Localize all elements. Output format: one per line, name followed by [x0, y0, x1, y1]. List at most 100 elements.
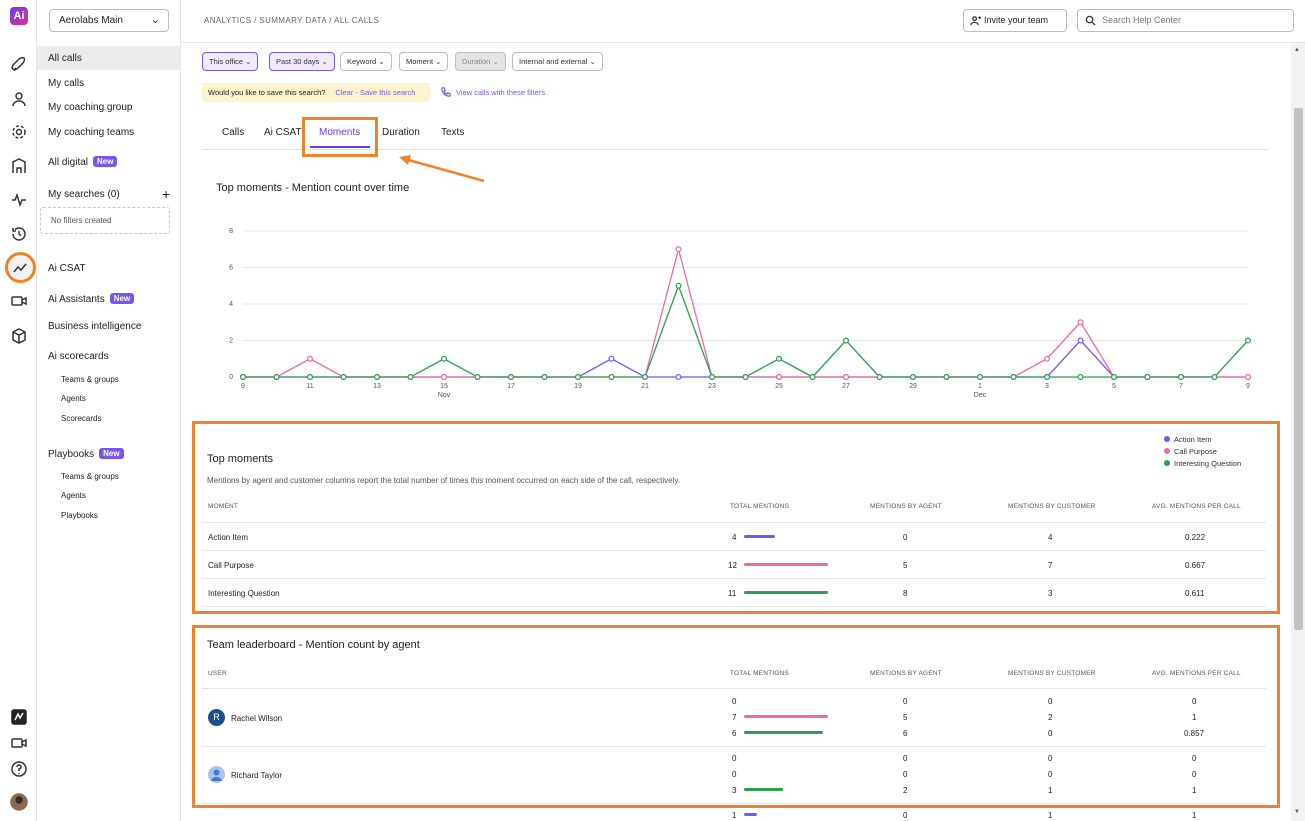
- column-header: AVG. MENTIONS PER CALL: [1152, 503, 1241, 510]
- cube-icon[interactable]: [10, 327, 28, 345]
- new-badge: New: [109, 293, 135, 304]
- x-tick-label: 27: [842, 383, 850, 390]
- scroll-thumb[interactable]: [1294, 108, 1303, 630]
- avg-mentions: 0: [1192, 770, 1197, 779]
- sidebar-item-my-coaching-group[interactable]: My coaching group: [48, 102, 133, 113]
- scorecards-agents[interactable]: Agents: [61, 394, 86, 403]
- sidebar: Aerolabs Main ⌄ All calls My calls My co…: [37, 0, 181, 821]
- agent-mentions: 8: [903, 589, 908, 598]
- history-icon[interactable]: [10, 225, 28, 243]
- divider: [202, 606, 1266, 607]
- scrollbar[interactable]: ▲ ▼: [1291, 43, 1305, 821]
- moments-line-chart: 024689 11 13 15 17 19 21 23 25 27 29 1 3 5 7 9Nov Dec: [229, 228, 1251, 399]
- legend-item: Interesting Question: [1164, 459, 1241, 468]
- sidebar-item-all-digital[interactable]: All digital New: [48, 156, 118, 168]
- sidebar-item-my-coaching-teams[interactable]: My coaching teams: [48, 127, 134, 138]
- top-moments-title: Top moments: [207, 453, 274, 465]
- total-mentions: 6: [732, 729, 737, 738]
- sidebar-item-business-intelligence[interactable]: Business intelligence: [48, 321, 141, 332]
- gear-icon[interactable]: [10, 123, 28, 141]
- data-point: [407, 374, 414, 381]
- playbooks-playbooks[interactable]: Playbooks: [61, 511, 98, 520]
- scorecards-teams-groups[interactable]: Teams & groups: [61, 375, 119, 384]
- total-mentions: 12: [728, 561, 737, 570]
- invite-team-button[interactable]: Invite your team: [963, 9, 1067, 32]
- agent-mentions: 0: [903, 533, 908, 542]
- data-point: [809, 374, 816, 381]
- data-point: [708, 374, 715, 381]
- customer-mentions: 3: [1048, 589, 1053, 598]
- total-mentions: 0: [732, 697, 737, 706]
- breadcrumb: ANALYTICS / SUMMARY DATA / ALL CALLS: [204, 16, 380, 25]
- data-point: [909, 374, 916, 381]
- data-point: [1244, 337, 1251, 344]
- scorecards-scorecards[interactable]: Scorecards: [61, 414, 101, 423]
- data-point: [976, 374, 983, 381]
- x-tick-label: 1: [978, 383, 982, 390]
- avg-mentions: 0.611: [1185, 589, 1205, 598]
- data-point: [1177, 374, 1184, 381]
- customer-mentions: 0: [1048, 770, 1053, 779]
- legend-label: Interesting Question: [1174, 459, 1242, 468]
- mentions-bar: [744, 813, 757, 816]
- add-search-icon[interactable]: +: [162, 186, 170, 202]
- customer-mentions: 0: [1048, 697, 1053, 706]
- legend-item: Call Purpose: [1164, 447, 1217, 456]
- column-header: TOTAL MENTIONS: [730, 503, 790, 510]
- data-point: [775, 374, 782, 381]
- data-point: [1110, 374, 1117, 381]
- data-point: [474, 374, 481, 381]
- pulse-icon[interactable]: [10, 191, 28, 209]
- data-point: [608, 374, 615, 381]
- divider: [202, 522, 1266, 523]
- video-call-icon[interactable]: [10, 734, 28, 752]
- sidebar-item-ai-assistants[interactable]: Ai Assistants New: [48, 293, 135, 305]
- invite-label: Invite your team: [984, 15, 1049, 25]
- sidebar-item-label: Playbooks: [48, 449, 95, 460]
- sidebar-item-my-calls[interactable]: My calls: [48, 78, 84, 89]
- analytics-trend-icon[interactable]: [11, 259, 29, 277]
- legend-dot: [1164, 436, 1170, 442]
- data-point: [608, 355, 615, 362]
- sidebar-item-ai-scorecards[interactable]: Ai scorecards: [48, 351, 109, 362]
- x-tick-label: 7: [1179, 383, 1183, 390]
- sidebar-item-playbooks[interactable]: Playbooks New: [48, 448, 124, 460]
- data-point: [541, 374, 548, 381]
- sidebar-item-ai-csat[interactable]: Ai CSAT: [48, 263, 86, 274]
- scroll-down-icon[interactable]: ▼: [1294, 809, 1300, 815]
- rocket-icon[interactable]: [10, 56, 28, 74]
- sidebar-item-label: All digital: [48, 157, 89, 168]
- sidebar-item-all-calls[interactable]: All calls: [48, 53, 82, 64]
- data-point: [306, 355, 313, 362]
- data-point: [340, 374, 347, 381]
- data-point: [675, 246, 682, 253]
- user-name[interactable]: Rachel Wilson: [231, 714, 282, 723]
- moment-name: Action Item: [208, 533, 249, 542]
- new-badge: New: [99, 448, 124, 459]
- data-point: [742, 374, 749, 381]
- x-tick-label: 9: [1246, 383, 1250, 390]
- user-name[interactable]: Richard Taylor: [231, 771, 282, 780]
- legend-dot: [1164, 460, 1170, 466]
- data-point: [1077, 337, 1084, 344]
- help-search-input[interactable]: Search Help Center: [1077, 9, 1294, 32]
- playbooks-teams-groups[interactable]: Teams & groups: [61, 472, 119, 481]
- coaching-icon[interactable]: [10, 157, 28, 175]
- avg-mentions: 1: [1192, 811, 1197, 820]
- divider: [202, 550, 1266, 551]
- app-logo-icon[interactable]: Ai: [10, 7, 28, 25]
- agent-mentions: 2: [903, 786, 908, 795]
- dialpad-logo-icon[interactable]: [10, 708, 28, 726]
- scroll-up-icon[interactable]: ▲: [1294, 47, 1300, 53]
- profile-avatar-icon[interactable]: [10, 793, 28, 811]
- playbooks-agents[interactable]: Agents: [61, 491, 86, 500]
- help-icon[interactable]: [10, 760, 28, 778]
- leaderboard-title: Team leaderboard - Mention count by agen…: [207, 639, 420, 651]
- mentions-bar: [744, 715, 828, 718]
- x-tick-label: 13: [373, 383, 381, 390]
- workspace-select[interactable]: Aerolabs Main ⌄: [49, 9, 169, 32]
- video-coaching-icon[interactable]: [10, 292, 28, 310]
- month-label: Nov: [438, 392, 451, 399]
- x-tick-label: 25: [775, 383, 783, 390]
- user-icon[interactable]: [10, 90, 28, 108]
